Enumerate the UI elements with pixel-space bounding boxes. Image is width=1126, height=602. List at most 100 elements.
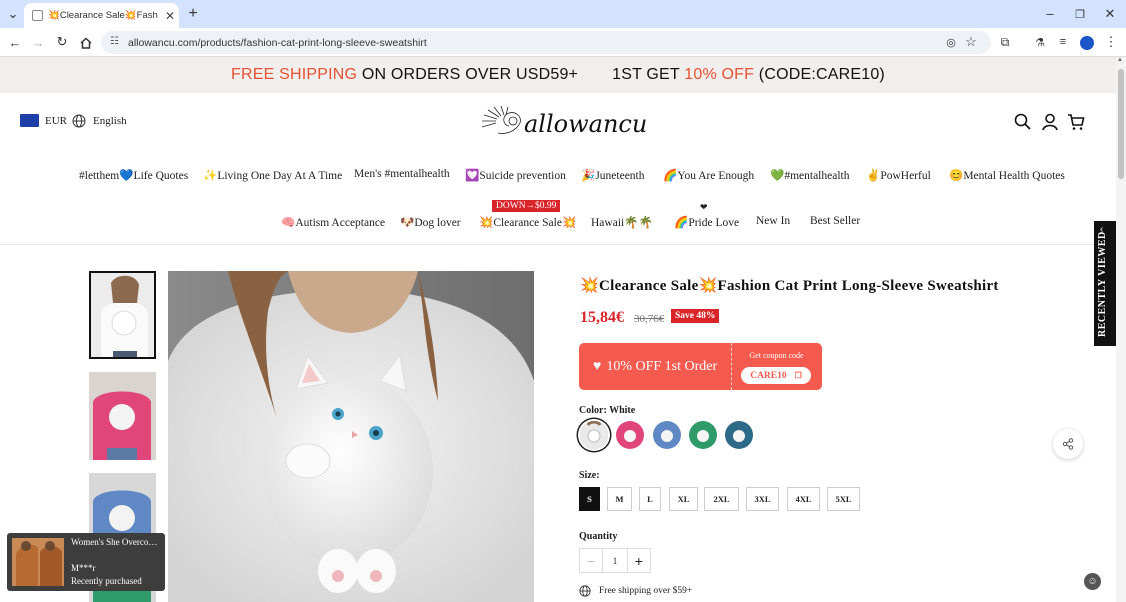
color-swatch-blue[interactable] — [653, 421, 681, 449]
copy-icon: ❐ — [794, 371, 802, 380]
lab-icon[interactable]: ⚗ — [1030, 32, 1050, 52]
nav-item-dog-lover[interactable]: 🐶Dog lover — [400, 215, 461, 229]
close-tab-icon[interactable]: ✕ — [165, 9, 175, 23]
recent-purchase-popup[interactable]: Women's She Overcoat ... M***r Recently … — [7, 533, 165, 591]
size-option-2xl[interactable]: 2XL — [704, 487, 739, 511]
currency-label: EUR — [45, 114, 67, 127]
scrollbar-thumb[interactable] — [1118, 69, 1124, 179]
thumbnail-white[interactable] — [89, 271, 156, 359]
new-tab-icon[interactable]: + — [183, 4, 203, 24]
close-window-icon[interactable]: ✕ — [1100, 4, 1120, 24]
media-icon[interactable]: ≡ — [1053, 32, 1073, 52]
promo-first-get: 1ST GET — [612, 66, 685, 83]
original-price: 30,76€ — [634, 313, 665, 325]
promo-banner: FREE SHIPPING ON ORDERS OVER USD59+ 1ST … — [0, 57, 1116, 93]
color-swatch-green[interactable] — [689, 421, 717, 449]
nav-item-autism-acceptance[interactable]: 🧠Autism Acceptance — [281, 215, 385, 229]
nav-item-juneteenth[interactable]: 🎉Juneteenth — [581, 168, 645, 182]
share-icon — [1062, 438, 1074, 450]
quantity-stepper: − 1 + — [579, 548, 651, 573]
size-label: Size: — [579, 470, 600, 481]
quantity-increase-button[interactable]: + — [626, 549, 650, 572]
profile-avatar-icon[interactable] — [1080, 36, 1094, 50]
nav-item-clearance-sale[interactable]: 💥Clearance Sale💥 — [479, 215, 576, 229]
currency-selector[interactable]: EUR — [20, 114, 67, 127]
recently-viewed-tab[interactable]: ‹ RECENTLY VIEWED — [1094, 221, 1116, 346]
pride-heart-icon: ❤ — [700, 202, 708, 212]
quantity-input[interactable]: 1 — [603, 549, 626, 572]
address-bar-row: ← → ↻ ☷ allowancu.com/products/fashion-c… — [0, 28, 1126, 57]
nav-item-you-are-enough[interactable]: 🌈You Are Enough — [663, 168, 754, 182]
size-option-4xl[interactable]: 4XL — [787, 487, 820, 511]
quantity-label: Quantity — [579, 531, 618, 542]
nav-item-best-seller[interactable]: Best Seller — [810, 215, 860, 227]
thumbnail-pink[interactable] — [89, 372, 156, 460]
url-field[interactable]: ☷ allowancu.com/products/fashion-cat-pri… — [101, 31, 991, 54]
url-text: allowancu.com/products/fashion-cat-print… — [128, 36, 427, 49]
nav-item-new-in[interactable]: New In — [756, 215, 790, 227]
nav-item-suicide-prevention[interactable]: 💟Suicide prevention — [465, 168, 566, 182]
menu-icon[interactable]: ⋮ — [1101, 32, 1121, 52]
size-option-3xl[interactable]: 3XL — [746, 487, 779, 511]
recently-viewed-label: RECENTLY VIEWED — [1097, 231, 1108, 337]
share-button[interactable] — [1053, 429, 1083, 459]
search-icon[interactable] — [1013, 112, 1033, 132]
nav-item-mens-mentalhealth[interactable]: Men's #mentalhealth — [354, 168, 450, 180]
save-badge: Save 48% — [671, 309, 720, 323]
purchase-product-name: Women's She Overcoat ... — [71, 537, 159, 547]
language-selector[interactable]: English — [72, 114, 127, 128]
purchase-product-image — [12, 538, 64, 586]
copy-coupon-button[interactable]: CARE10 ❐ — [741, 367, 811, 384]
forward-icon[interactable]: → — [28, 32, 48, 52]
maximize-icon[interactable]: ❐ — [1070, 4, 1090, 24]
nav-item-powherful[interactable]: ✌PowHerful — [866, 168, 931, 182]
sale-price: 15,84€ — [580, 309, 624, 326]
promo-free-shipping: FREE SHIPPING — [231, 66, 358, 83]
cart-icon[interactable] — [1066, 112, 1086, 132]
purchase-status: Recently purchased — [71, 576, 142, 586]
color-swatch-pink[interactable] — [616, 421, 644, 449]
eu-flag-icon — [20, 114, 39, 127]
favicon-icon — [32, 10, 43, 21]
page-scrollbar[interactable]: ▲ — [1116, 57, 1126, 602]
minimize-icon[interactable]: – — [1040, 3, 1060, 23]
coupon-code: CARE10 — [750, 370, 787, 381]
size-option-xl[interactable]: XL — [669, 487, 698, 511]
logo-wordmark: allowancu — [524, 110, 646, 138]
home-icon[interactable] — [76, 33, 96, 53]
quantity-decrease-button[interactable]: − — [580, 549, 604, 572]
purchase-user: M***r — [71, 563, 96, 573]
logo-sun-icon: allowancu — [481, 105, 647, 138]
nav-item-mentalhealth[interactable]: 💚#mentalhealth — [770, 168, 849, 182]
back-icon[interactable]: ← — [5, 32, 25, 52]
nav-item-hawaii[interactable]: Hawaii🌴🌴 — [591, 215, 653, 229]
browser-tab[interactable]: 💥Clearance Sale💥Fashion Cat ✕ — [24, 3, 179, 28]
chat-support-icon[interactable]: ☺ — [1084, 573, 1101, 590]
browser-tab-strip: ⌄ 💥Clearance Sale💥Fashion Cat ✕ + – ❐ ✕ — [0, 0, 1126, 28]
get-coupon-label: Get coupon code — [749, 351, 804, 360]
extensions-icon[interactable]: ⧉ — [995, 32, 1015, 52]
main-product-image[interactable] — [168, 271, 534, 602]
size-option-l[interactable]: L — [639, 487, 661, 511]
account-icon[interactable] — [1040, 112, 1060, 132]
tab-search-icon[interactable]: ⌄ — [3, 4, 23, 24]
nav-divider — [0, 244, 1116, 245]
size-option-5xl[interactable]: 5XL — [827, 487, 860, 511]
nav-item-living-one-day[interactable]: ✨Living One Day At A Time — [203, 168, 342, 182]
nav-item-mental-health-quotes[interactable]: 😊Mental Health Quotes — [949, 168, 1065, 182]
site-logo[interactable]: allowancu — [476, 101, 647, 143]
site-info-icon[interactable]: ☷ — [110, 36, 119, 47]
reload-icon[interactable]: ↻ — [52, 32, 72, 52]
bookmark-star-icon[interactable]: ☆ — [961, 32, 981, 52]
nav-item-letthem[interactable]: #letthem💙Life Quotes — [79, 168, 188, 182]
clearance-badge: DOWN→$0.99 — [492, 200, 561, 212]
size-option-s[interactable]: S — [579, 487, 600, 511]
globe-icon — [72, 114, 86, 128]
size-option-m[interactable]: M — [607, 487, 632, 511]
color-swatch-dark-blue[interactable] — [725, 421, 753, 449]
tab-title: 💥Clearance Sale💥Fashion Cat — [48, 10, 158, 21]
promo-code: (CODE:CARE10) — [754, 66, 885, 83]
eye-off-icon[interactable]: ◎ — [941, 32, 961, 52]
nav-item-pride-love[interactable]: 🌈Pride Love — [674, 215, 739, 229]
color-swatch-white[interactable] — [580, 421, 608, 449]
